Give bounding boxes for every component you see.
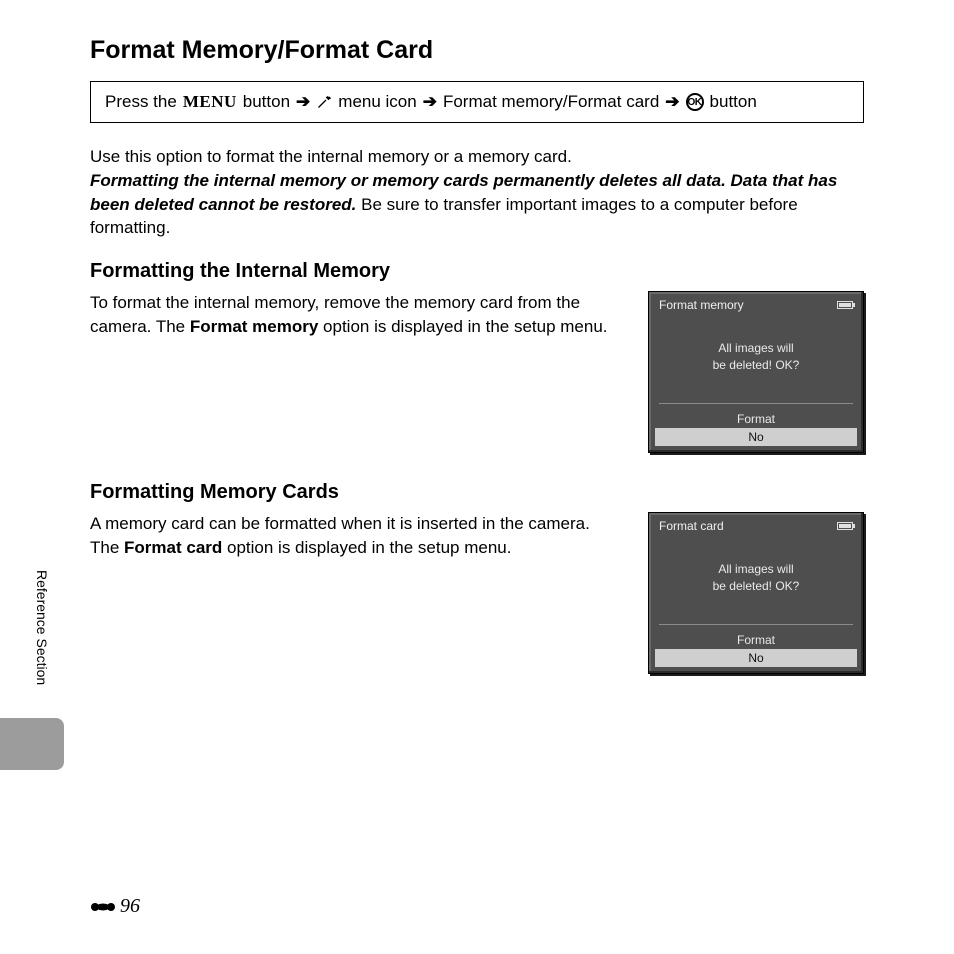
screen-message: All images will be deleted! OK?: [649, 537, 863, 624]
breadcrumb-box: Press the MENU button ➔ menu icon ➔ Form…: [90, 81, 864, 123]
arrow-right-icon: ➔: [665, 92, 679, 112]
screen-options: Format No: [649, 625, 863, 673]
arrow-right-icon: ➔: [296, 92, 310, 112]
wrench-icon: [316, 94, 332, 110]
thumb-tab: [0, 718, 64, 770]
menu-button-label: MENU: [183, 92, 237, 112]
page-title: Format Memory/Format Card: [90, 36, 864, 65]
screen-msg-line2: be deleted! OK?: [713, 357, 800, 374]
arrow-right-icon: ➔: [423, 92, 437, 112]
battery-icon: [837, 522, 853, 530]
nav-button-text-2: button: [710, 92, 757, 112]
screen-title-bar: Format memory: [649, 292, 863, 316]
section2-post: option is displayed in the setup menu.: [222, 538, 511, 557]
screen-title: Format memory: [659, 298, 744, 312]
screen-options: Format No: [649, 404, 863, 452]
section1-text: To format the internal memory, remove th…: [90, 291, 620, 339]
ok-button-icon: OK: [686, 93, 704, 111]
screen-title-bar: Format card: [649, 513, 863, 537]
camera-screen-format-memory: Format memory All images will be deleted…: [648, 291, 864, 453]
screen-title: Format card: [659, 519, 724, 533]
screen-option-no: No: [655, 428, 857, 446]
section2-text: A memory card can be formatted when it i…: [90, 512, 620, 560]
nav-path-item: Format memory/Format card: [443, 92, 659, 112]
section2-heading: Formatting Memory Cards: [90, 481, 864, 504]
section1-post: option is displayed in the setup menu.: [318, 317, 607, 336]
screen-option-no: No: [655, 649, 857, 667]
battery-icon: [837, 301, 853, 309]
page-number: 96: [90, 895, 140, 918]
reference-section-icon: [90, 900, 116, 914]
screen-msg-line1: All images will: [718, 340, 793, 357]
intro-paragraph: Use this option to format the internal m…: [90, 145, 864, 240]
page-number-value: 96: [120, 895, 140, 918]
intro-line1: Use this option to format the internal m…: [90, 145, 864, 169]
screen-msg-line2: be deleted! OK?: [713, 578, 800, 595]
camera-screen-format-card: Format card All images will be deleted! …: [648, 512, 864, 674]
section-side-label: Reference Section: [34, 570, 50, 685]
nav-button-text-1: button: [243, 92, 290, 112]
section1-bold: Format memory: [190, 317, 318, 336]
screen-option-format: Format: [649, 631, 863, 649]
screen-message: All images will be deleted! OK?: [649, 316, 863, 403]
screen-msg-line1: All images will: [718, 561, 793, 578]
screen-option-format: Format: [649, 410, 863, 428]
nav-menu-icon-text: menu icon: [338, 92, 416, 112]
section1-row: To format the internal memory, remove th…: [90, 291, 864, 453]
nav-press-text: Press the: [105, 92, 177, 112]
section1-heading: Formatting the Internal Memory: [90, 260, 864, 283]
section2-bold: Format card: [124, 538, 222, 557]
section2-row: A memory card can be formatted when it i…: [90, 512, 864, 674]
